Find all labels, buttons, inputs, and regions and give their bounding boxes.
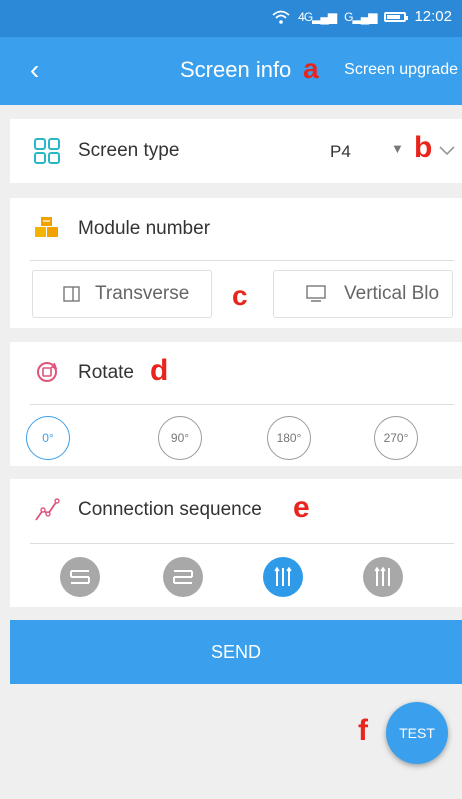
monitor-icon: [306, 285, 326, 302]
module-number-card: Module number Transverse c Vertical Blo: [10, 198, 462, 328]
connection-sequence-label: Connection sequence: [78, 499, 262, 520]
sequence-vertical-1-option[interactable]: [263, 557, 303, 597]
test-button[interactable]: TEST: [386, 702, 448, 764]
sequence-horizontal-1-option[interactable]: [60, 557, 100, 597]
rotate-0-option[interactable]: 0°: [26, 416, 70, 460]
send-button[interactable]: SEND: [10, 620, 462, 684]
signal-icon: 4G▂▄▆: [298, 9, 337, 24]
grid-icon: [34, 138, 60, 164]
horizontal-lines-icon: [173, 570, 193, 584]
rotate-label: Rotate: [78, 362, 134, 383]
sequence-vertical-2-option[interactable]: [363, 557, 403, 597]
rotate-icon: [37, 362, 58, 382]
annotation-e: e: [293, 491, 310, 524]
navbar: ‹ Screen info a Screen upgrade: [0, 37, 462, 105]
divider: [30, 543, 454, 544]
annotation-b: b: [414, 131, 433, 164]
vertical-button[interactable]: Vertical Blo: [273, 270, 453, 318]
line-chart-icon: [35, 498, 60, 521]
chevron-down-icon[interactable]: [438, 145, 456, 157]
screen-type-value[interactable]: P4: [330, 142, 351, 162]
page-title: Screen info: [180, 57, 292, 82]
panel-icon: [63, 286, 80, 302]
annotation-d: d: [150, 354, 169, 387]
transverse-label: Transverse: [95, 283, 190, 304]
dropdown-arrow-icon[interactable]: ▼: [391, 141, 404, 156]
rotate-90-option[interactable]: 90°: [158, 416, 202, 460]
vertical-label: Vertical Blo: [344, 283, 440, 304]
rotate-card: Rotate d 0° 90° 180° 270°: [10, 342, 462, 466]
screen-type-label: Screen type: [78, 140, 180, 161]
back-icon[interactable]: ‹: [30, 53, 39, 87]
annotation-f: f: [358, 714, 368, 747]
module-number-label: Module number: [78, 218, 211, 239]
wifi-icon: [272, 10, 290, 24]
horizontal-lines-icon: [70, 570, 90, 584]
screen-type-row[interactable]: Screen type P4 ▼ b: [10, 119, 462, 183]
transverse-button[interactable]: Transverse: [32, 270, 212, 318]
status-icons: 4G▂▄▆ G▂▄▆ 12:02: [272, 8, 452, 25]
battery-icon: [384, 11, 409, 22]
annotation-a: a: [303, 53, 319, 84]
sequence-horizontal-2-option[interactable]: [163, 557, 203, 597]
divider: [30, 260, 454, 261]
connection-sequence-card: Connection sequence e: [10, 479, 462, 607]
status-time: 12:02: [414, 8, 452, 25]
divider: [30, 404, 454, 405]
signal-icon-2: G▂▄▆: [344, 9, 377, 24]
status-bar: 4G▂▄▆ G▂▄▆ 12:02: [0, 0, 462, 37]
vertical-lines-icon: [374, 566, 390, 586]
vertical-lines-icon: [274, 566, 292, 586]
screen-upgrade-button[interactable]: Screen upgrade: [344, 61, 458, 79]
rotate-180-option[interactable]: 180°: [267, 416, 311, 460]
boxes-icon: [35, 217, 58, 237]
annotation-c: c: [232, 280, 248, 311]
rotate-270-option[interactable]: 270°: [374, 416, 418, 460]
